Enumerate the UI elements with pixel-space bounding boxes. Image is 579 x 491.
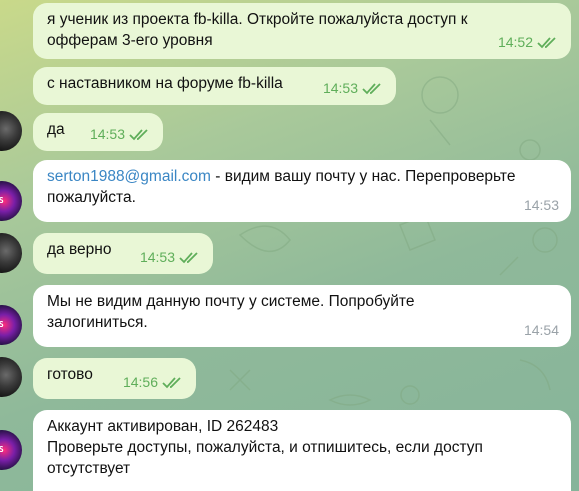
message-time: 14:53: [523, 197, 559, 213]
message-bubble-outgoing[interactable]: да 14:53: [33, 113, 163, 151]
message-text: офферам 3-его уровня: [47, 32, 213, 49]
message-bubble-incoming[interactable]: serton1988@gmail.com - видим вашу почту …: [33, 160, 571, 222]
double-check-icon: [179, 251, 198, 263]
message-text-line: serton1988@gmail.com - видим вашу почту …: [47, 166, 557, 187]
message-bubble-incoming[interactable]: Аккаунт активирован, ID 262483 Проверьте…: [33, 410, 571, 491]
avatar-brand[interactable]: ES: [0, 430, 22, 470]
double-check-icon: [162, 376, 181, 388]
message-text: Проверьте доступы, пожалуйста, и отпишит…: [47, 439, 483, 456]
message-meta: 14:53: [140, 247, 201, 268]
message-text: пожалуйста.: [47, 189, 136, 206]
message-time: 14:56: [122, 374, 158, 390]
message-text: Мы не видим данную почту у системе. Попр…: [47, 293, 415, 310]
double-check-icon: [537, 36, 556, 48]
message-meta: 14:52: [498, 32, 559, 53]
message-time: 14:53: [322, 80, 358, 96]
avatar-brand-mark: ES: [0, 320, 4, 329]
message-time: 14:52: [497, 34, 533, 50]
email-link[interactable]: serton1988@gmail.com: [47, 168, 211, 185]
avatar-user[interactable]: [0, 233, 22, 273]
message-meta: 14:54: [524, 320, 559, 341]
message-meta: 14:53: [524, 195, 559, 216]
avatar-user[interactable]: [0, 111, 22, 151]
message-bubble-outgoing[interactable]: с наставником на форуме fb-killa 14:53: [33, 67, 396, 105]
avatar-brand-mark: ES: [0, 196, 4, 205]
message-text: залогиниться.: [47, 314, 148, 331]
message-bubble-outgoing[interactable]: да верно 14:53: [33, 233, 213, 274]
double-check-icon: [129, 128, 148, 140]
message-time: 14:53: [139, 249, 175, 265]
message-text: Аккаунт активирован, ID 262483: [47, 418, 279, 435]
message-bubble-outgoing[interactable]: готово 14:56: [33, 358, 196, 399]
message-time: 14:53: [89, 126, 125, 142]
double-check-icon: [362, 82, 381, 94]
message-meta: 14:56: [123, 372, 184, 393]
avatar-user[interactable]: [0, 357, 22, 397]
avatar-brand[interactable]: ES: [0, 305, 22, 345]
message-text: - видим вашу почту у нас. Перепроверьте: [210, 168, 516, 185]
message-time: 14:54: [523, 322, 559, 338]
message-bubble-outgoing[interactable]: я ученик из проекта fb-killa. Откройте п…: [33, 3, 571, 59]
message-text: я ученик из проекта fb-killa. Откройте п…: [47, 11, 468, 28]
avatar-brand[interactable]: ES: [0, 181, 22, 221]
message-text: отсутствует: [47, 460, 131, 477]
message-bubble-incoming[interactable]: Мы не видим данную почту у системе. Попр…: [33, 285, 571, 347]
message-meta: 14:53: [323, 78, 384, 99]
avatar-brand-mark: ES: [0, 445, 4, 454]
message-meta: 14:53: [90, 124, 151, 145]
